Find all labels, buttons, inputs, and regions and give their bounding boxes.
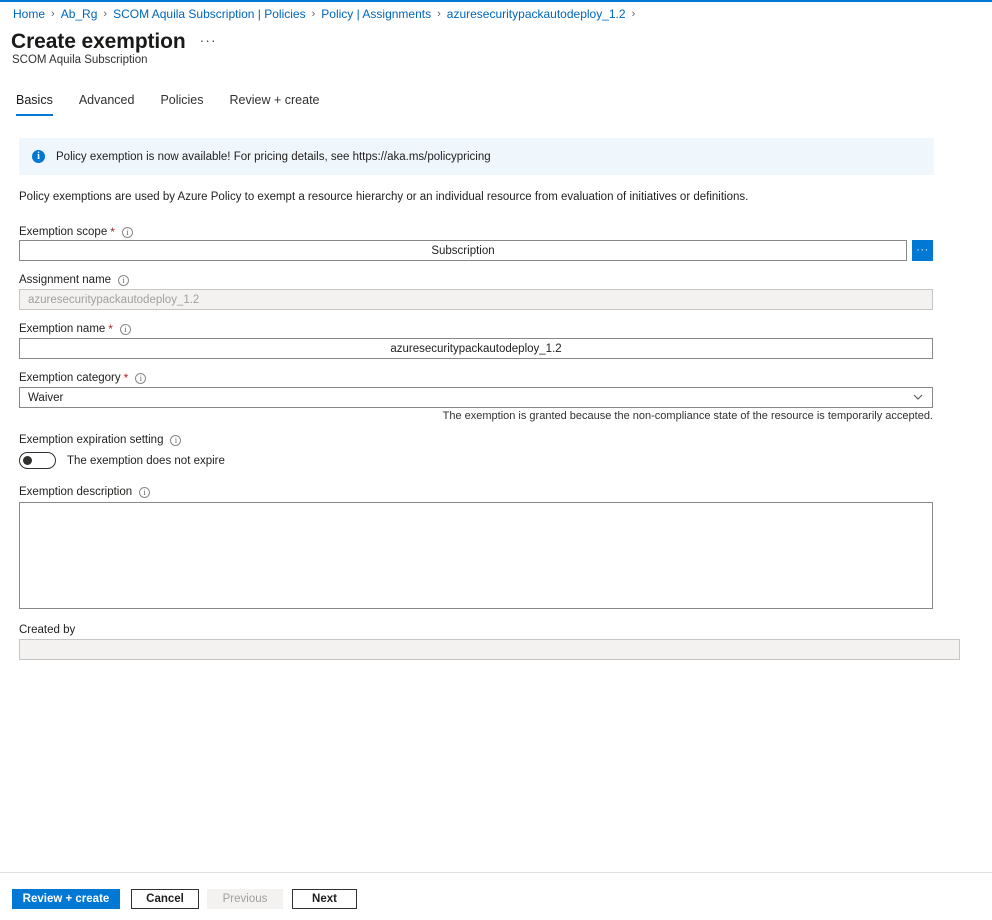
exemption-name-label-text: Exemption name bbox=[19, 323, 106, 335]
exemption-category-label-text: Exemption category bbox=[19, 372, 121, 384]
breadcrumb-separator-icon: › bbox=[437, 8, 441, 20]
exemption-name-label: Exemption name * i bbox=[19, 323, 131, 335]
required-marker: * bbox=[108, 322, 113, 336]
assignment-name-label: Assignment name i bbox=[19, 274, 130, 286]
info-tooltip-icon[interactable]: i bbox=[170, 434, 182, 446]
assignment-name-label-text: Assignment name bbox=[19, 274, 112, 286]
toggle-knob bbox=[23, 456, 32, 465]
info-tooltip-icon[interactable]: i bbox=[118, 274, 130, 286]
intro-description: Policy exemptions are used by Azure Poli… bbox=[19, 191, 749, 203]
info-tooltip-icon[interactable]: i bbox=[119, 323, 131, 335]
breadcrumb-separator-icon: › bbox=[311, 8, 316, 20]
more-options-icon[interactable]: ··· bbox=[200, 32, 217, 48]
info-banner: i Policy exemption is now available! For… bbox=[19, 138, 934, 175]
breadcrumb-separator-icon: › bbox=[631, 8, 636, 20]
exemption-category-helper-text: The exemption is granted because the non… bbox=[442, 410, 933, 422]
exemption-scope-label-text: Exemption scope bbox=[19, 226, 108, 238]
tab-bar: Basics Advanced Policies Review + create bbox=[16, 93, 346, 116]
info-tooltip-icon[interactable]: i bbox=[121, 226, 133, 238]
breadcrumb-item-home[interactable]: Home bbox=[13, 7, 45, 21]
page-title: Create exemption bbox=[11, 30, 186, 53]
exemption-category-select[interactable]: Waiver bbox=[19, 387, 933, 408]
breadcrumb-item-assignment[interactable]: azuresecuritypackautodeploy_1.2 bbox=[447, 7, 626, 21]
exemption-expiration-toggle-row: The exemption does not expire bbox=[19, 452, 225, 469]
cancel-button[interactable]: Cancel bbox=[131, 889, 199, 909]
exemption-description-label: Exemption description i bbox=[19, 486, 151, 498]
breadcrumb-separator-icon: › bbox=[103, 8, 108, 20]
info-tooltip-icon[interactable]: i bbox=[139, 486, 151, 498]
exemption-description-label-text: Exemption description bbox=[19, 486, 133, 498]
info-icon: i bbox=[32, 150, 45, 163]
exemption-expiration-label: Exemption expiration setting i bbox=[19, 434, 182, 446]
exemption-scope-label: Exemption scope * i bbox=[19, 226, 133, 238]
previous-button: Previous bbox=[207, 889, 283, 909]
exemption-scope-input[interactable] bbox=[19, 240, 907, 261]
created-by-input bbox=[19, 639, 960, 660]
tab-basics[interactable]: Basics bbox=[16, 93, 53, 116]
exemption-description-textarea[interactable] bbox=[19, 502, 933, 609]
footer-action-bar: Review + create Cancel Previous Next bbox=[0, 872, 992, 920]
chevron-down-icon bbox=[904, 393, 932, 403]
created-by-label: Created by bbox=[19, 624, 75, 636]
create-exemption-page: Home › Ab_Rg › SCOM Aquila Subscription … bbox=[0, 0, 992, 920]
breadcrumb-item-subscription-policies[interactable]: SCOM Aquila Subscription | Policies bbox=[113, 7, 306, 21]
tab-advanced[interactable]: Advanced bbox=[79, 93, 135, 116]
required-marker: * bbox=[123, 371, 129, 385]
tab-review-create[interactable]: Review + create bbox=[230, 93, 320, 116]
breadcrumb-item-policy-assignments[interactable]: Policy | Assignments bbox=[321, 7, 431, 21]
top-accent-rule bbox=[0, 0, 992, 2]
breadcrumb-item-resource-group[interactable]: Ab_Rg bbox=[61, 7, 98, 21]
exemption-expiration-toggle[interactable] bbox=[19, 452, 56, 469]
next-button[interactable]: Next bbox=[292, 889, 357, 909]
exemption-expiration-toggle-label: The exemption does not expire bbox=[67, 454, 225, 467]
info-banner-text: Policy exemption is now available! For p… bbox=[56, 150, 491, 163]
info-tooltip-icon[interactable]: i bbox=[135, 372, 147, 384]
created-by-label-text: Created by bbox=[19, 624, 76, 636]
page-title-row: Create exemption ··· bbox=[11, 30, 217, 54]
tab-policies[interactable]: Policies bbox=[160, 93, 203, 116]
required-marker: * bbox=[110, 225, 115, 239]
page-subtitle: SCOM Aquila Subscription bbox=[12, 54, 148, 66]
breadcrumb-separator-icon: › bbox=[51, 8, 55, 20]
exemption-name-input[interactable] bbox=[19, 338, 933, 359]
exemption-scope-browse-button[interactable]: ··· bbox=[912, 240, 933, 261]
assignment-name-input bbox=[19, 289, 933, 310]
review-create-button[interactable]: Review + create bbox=[12, 889, 120, 909]
breadcrumb: Home › Ab_Rg › SCOM Aquila Subscription … bbox=[13, 7, 641, 21]
exemption-category-label: Exemption category * i bbox=[19, 371, 147, 385]
exemption-category-selected-value: Waiver bbox=[28, 391, 64, 404]
exemption-expiration-label-text: Exemption expiration setting bbox=[19, 434, 164, 446]
